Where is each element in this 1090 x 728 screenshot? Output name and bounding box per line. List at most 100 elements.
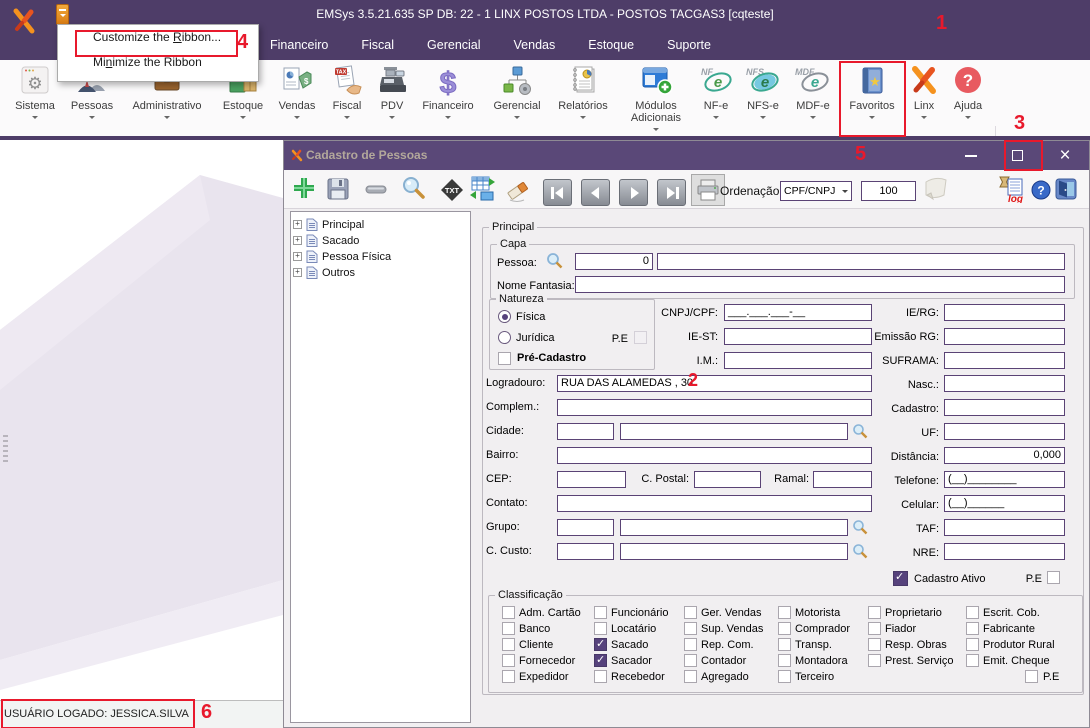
toolbar-item-ajuda[interactable]: ? Ajuda [946,62,990,122]
toolbar-item-fiscal[interactable]: TAX Fiscal [324,62,370,122]
checkbox-funcionario[interactable]: Funcionário [594,606,668,619]
toolbar-item-modulos-adicionais[interactable]: Módulos Adicionais [620,62,692,134]
toolbar-item-nfse[interactable]: NFSe NFS-e [740,62,786,122]
help-button[interactable]: ? [1031,180,1051,205]
c-custo-code-field[interactable] [557,543,614,560]
close-button[interactable]: × [1050,141,1080,170]
child-titlebar[interactable]: Cadastro de Pessoas × [284,141,1089,170]
menu-item-minimize-ribbon[interactable]: Minimize the Ribbon [58,50,258,75]
distancia-field[interactable]: 0,000 [944,447,1065,464]
tab-fiscal[interactable]: Fiscal [359,36,396,54]
checkbox-fiador[interactable]: Fiador [868,622,953,635]
checkbox-produtor-rural[interactable]: Produtor Rural [966,638,1055,651]
search-icon[interactable] [546,252,563,274]
checkbox-proprietario[interactable]: Proprietario [868,606,953,619]
maximize-button[interactable] [1002,141,1032,170]
c-postal-field[interactable] [694,471,761,488]
nome-fantasia-field[interactable] [575,276,1065,293]
tree-item-principal[interactable]: Principal [293,217,470,232]
cadastro-ativo-checkbox[interactable] [893,571,908,586]
pre-cadastro-checkbox[interactable] [498,352,511,365]
checkbox-sacador[interactable]: Sacador [594,654,668,667]
toolbar-item-nfe[interactable]: NFe NF-e [694,62,738,122]
contato-field[interactable] [557,495,872,512]
save-button[interactable] [325,176,351,207]
toolbar-item-financeiro[interactable]: $ Financeiro [414,62,482,122]
exit-button[interactable] [1054,177,1078,206]
ordenacao-select[interactable]: CPF/CNPJ [780,181,852,201]
checkbox-ger-vendas[interactable]: Ger. Vendas [684,606,763,619]
c-custo-name-field[interactable] [620,543,848,560]
toolbar-item-vendas[interactable]: $ Vendas [272,62,322,122]
checkbox-agregado[interactable]: Agregado [684,670,763,683]
celular-field[interactable]: (__)______ [944,495,1065,512]
classificacao-pe-checkbox[interactable] [1025,670,1038,683]
checkbox-montadora[interactable]: Montadora [778,654,850,667]
nav-next-button[interactable] [619,179,648,206]
tab-suporte[interactable]: Suporte [665,36,713,54]
checkbox-prest-servico[interactable]: Prest. Serviço [868,654,953,667]
checkbox-sacado[interactable]: Sacado [594,638,668,651]
checkbox-escrit-cob[interactable]: Escrit. Cob. [966,606,1055,619]
suframa-field[interactable] [944,352,1065,369]
checkbox-expedidor[interactable]: Expedidor [502,670,581,683]
cidade-name-field[interactable] [620,423,848,440]
tree-expand-icon[interactable] [293,268,302,277]
ie-rg-field[interactable] [944,304,1065,321]
tree-expand-icon[interactable] [293,236,302,245]
nasc-field[interactable] [944,375,1065,392]
checkbox-banco[interactable]: Banco [502,622,581,635]
emissao-rg-field[interactable] [944,328,1065,345]
eraser-button[interactable] [506,177,532,208]
checkbox-fornecedor[interactable]: Fornecedor [502,654,581,667]
pe-checkbox[interactable] [1047,571,1060,584]
radio-juridica[interactable] [498,331,511,344]
minimize-button[interactable] [956,141,986,170]
log-button[interactable]: log [995,175,1025,208]
checkbox-transp[interactable]: Transp. [778,638,850,651]
tab-gerencial[interactable]: Gerencial [425,36,483,54]
tree-expand-icon[interactable] [293,220,302,229]
toolbar-item-mdfe[interactable]: MDFe MDF-e [788,62,838,122]
uf-field[interactable] [944,423,1065,440]
limit-input[interactable]: 100 [861,181,916,201]
toolbar-item-relatorios[interactable]: Relatórios [550,62,616,122]
toolbar-item-gerencial[interactable]: Gerencial [486,62,548,122]
cidade-code-field[interactable] [557,423,614,440]
toolbar-item-favoritos[interactable]: ★ Favoritos [842,62,902,122]
telefone-field[interactable]: (__)________ [944,471,1065,488]
checkbox-contador[interactable]: Contador [684,654,763,667]
tree-expand-icon[interactable] [293,252,302,261]
cep-field[interactable] [557,471,626,488]
tab-estoque[interactable]: Estoque [586,36,636,54]
grupo-name-field[interactable] [620,519,848,536]
tree-item-outros[interactable]: Outros [293,265,470,280]
checkbox-locatario[interactable]: Locatário [594,622,668,635]
menu-item-customize-ribbon[interactable]: Customize the Ribbon... [58,25,258,50]
checkbox-motorista[interactable]: Motorista [778,606,850,619]
tab-vendas[interactable]: Vendas [512,36,558,54]
search-button[interactable] [401,175,427,206]
nav-first-button[interactable] [543,179,572,206]
add-button[interactable] [291,175,317,206]
checkbox-rep-com[interactable]: Rep. Com. [684,638,763,651]
grupo-code-field[interactable] [557,519,614,536]
txt-export-button[interactable]: TXT [439,177,465,208]
tree-item-pessoa-fisica[interactable]: Pessoa Física [293,249,470,264]
delete-button[interactable] [363,176,389,207]
checkbox-recebedor[interactable]: Recebedor [594,670,668,683]
radio-fisica[interactable] [498,310,511,323]
pessoa-code-field[interactable]: 0 [575,253,653,270]
pessoa-name-field[interactable] [657,253,1065,270]
checkbox-adm-cartao[interactable]: Adm. Cartão [502,606,581,619]
toolbar-item-sistema[interactable]: ⚙ Sistema [8,62,62,122]
checkbox-emit-cheque[interactable]: Emit. Cheque [966,654,1055,667]
nav-previous-button[interactable] [581,179,610,206]
nre-field[interactable] [944,543,1065,560]
toolbar-item-pdv[interactable]: PDV [372,62,412,122]
grid-transfer-button[interactable] [468,175,496,208]
checkbox-resp-obras[interactable]: Resp. Obras [868,638,953,651]
nav-last-button[interactable] [657,179,686,206]
quick-access-menu-button[interactable] [56,4,69,25]
tab-financeiro[interactable]: Financeiro [268,36,330,54]
